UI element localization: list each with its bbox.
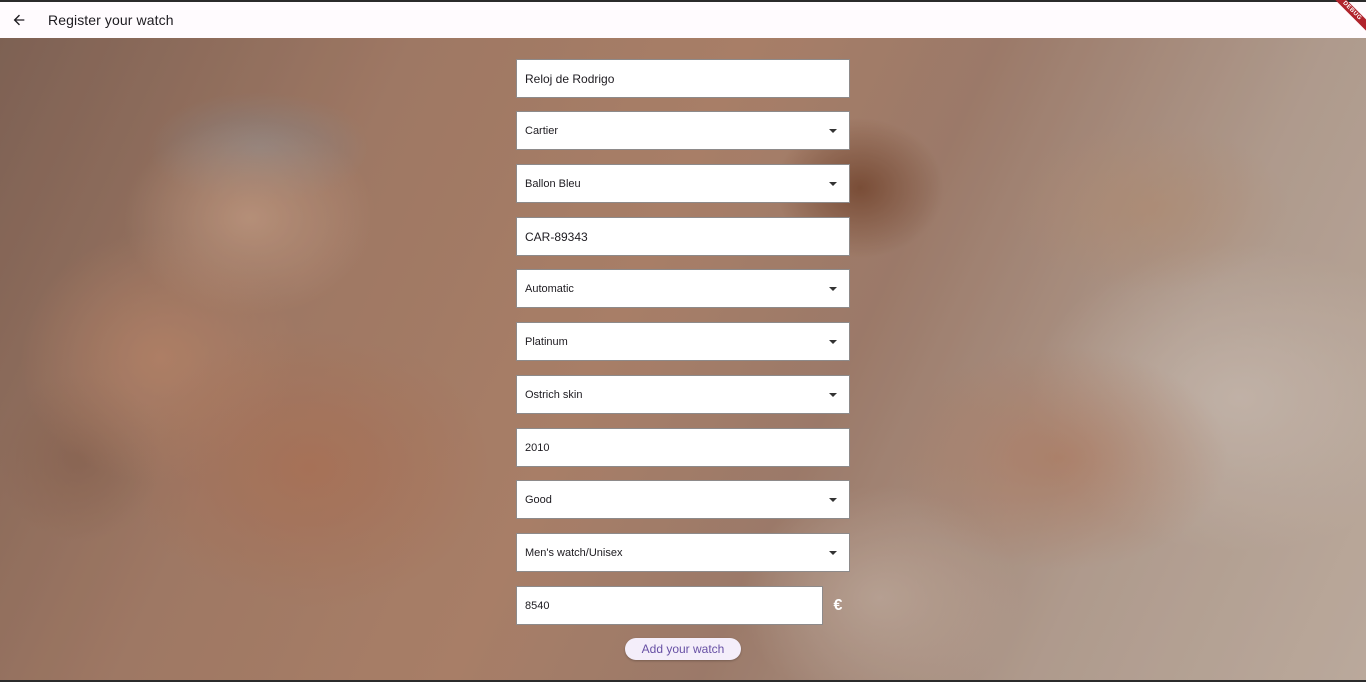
strap-material-dropdown[interactable]: Ostrich skin [516,375,850,414]
dropdown-arrow-icon [829,181,837,186]
model-dropdown[interactable]: Ballon Bleu [516,164,850,203]
movement-value: Automatic [525,282,574,295]
back-button[interactable] [0,2,38,38]
condition-dropdown[interactable]: Good [516,480,850,519]
dropdown-arrow-icon [829,497,837,502]
dropdown-arrow-icon [829,550,837,555]
case-material-value: Platinum [525,335,568,348]
condition-value: Good [525,493,552,506]
gender-dropdown[interactable]: Men's watch/Unisex [516,533,850,572]
strap-material-value: Ostrich skin [525,388,583,401]
gender-value: Men's watch/Unisex [525,546,623,559]
year-value: 2010 [525,441,550,454]
page-title: Register your watch [48,12,174,28]
movement-dropdown[interactable]: Automatic [516,269,850,308]
dropdown-arrow-icon [829,128,837,133]
watch-name-value: Reloj de Rodrigo [525,71,615,86]
price-input[interactable]: 8540 [516,586,823,625]
arrow-left-icon [13,14,25,26]
dropdown-arrow-icon [829,339,837,344]
brand-dropdown[interactable]: Cartier [516,111,850,150]
price-value: 8540 [525,599,550,612]
reference-input[interactable]: CAR-89343 [516,217,850,256]
year-input[interactable]: 2010 [516,428,850,467]
dropdown-arrow-icon [829,392,837,397]
app-bar: Register your watch [0,0,1366,38]
watch-name-input[interactable]: Reloj de Rodrigo [516,59,850,98]
reference-value: CAR-89343 [525,229,588,244]
dropdown-arrow-icon [829,286,837,291]
brand-value: Cartier [525,124,559,137]
currency-symbol: € [833,596,843,614]
add-watch-button[interactable]: Add your watch [625,638,741,660]
case-material-dropdown[interactable]: Platinum [516,322,850,361]
model-value: Ballon Bleu [525,177,581,190]
